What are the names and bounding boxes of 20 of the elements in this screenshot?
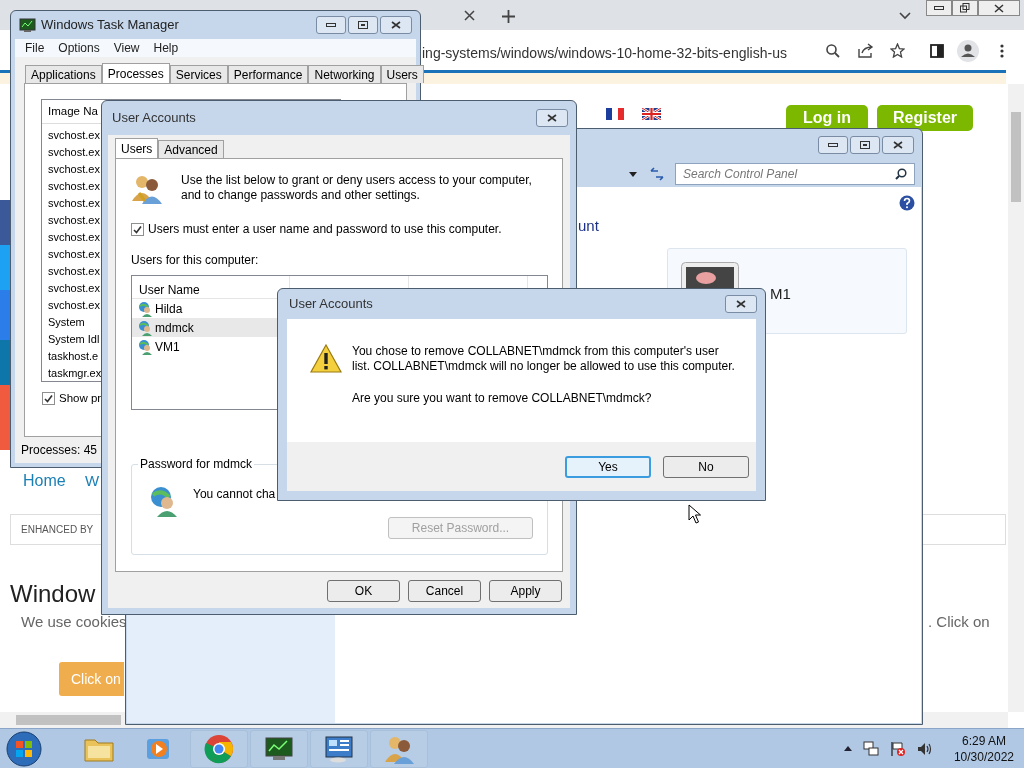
list-label: Users for this computer: (131, 253, 259, 267)
cookie-text: . Click on (928, 612, 990, 632)
group-label: Password for mdmck (138, 457, 255, 471)
message-text: You chose to remove COLLABNET\mdmck from this computer's user list. COLLABNET\mdmck will no longer be allowed to use this computer. (352, 344, 735, 374)
user-name: mdmck (155, 319, 194, 337)
question-text: Are you sure you want to remove COLLABNET\mdmck? (352, 390, 653, 407)
window-title: Windows Task Manager (41, 16, 179, 35)
page-heading: unt (578, 216, 599, 236)
account-name: M1 (770, 284, 791, 304)
window-title: User Accounts (112, 109, 196, 128)
checkbox-label: Users must enter a user name and password to use this computer. (148, 221, 502, 238)
intro-text: Use the list below to grant or deny users access to your computer, and to change passwords and other settings. (181, 173, 533, 204)
page-heading: Window (10, 579, 96, 609)
cookie-text: We use cookies (21, 612, 127, 632)
user-name: VM1 (155, 338, 180, 356)
status-text: Processes: 45 (21, 442, 98, 459)
window-title: User Accounts (289, 295, 373, 314)
checkbox-label: Show pr (59, 391, 102, 406)
password-note: You cannot cha (193, 486, 276, 503)
user-name: Hilda (155, 300, 183, 318)
